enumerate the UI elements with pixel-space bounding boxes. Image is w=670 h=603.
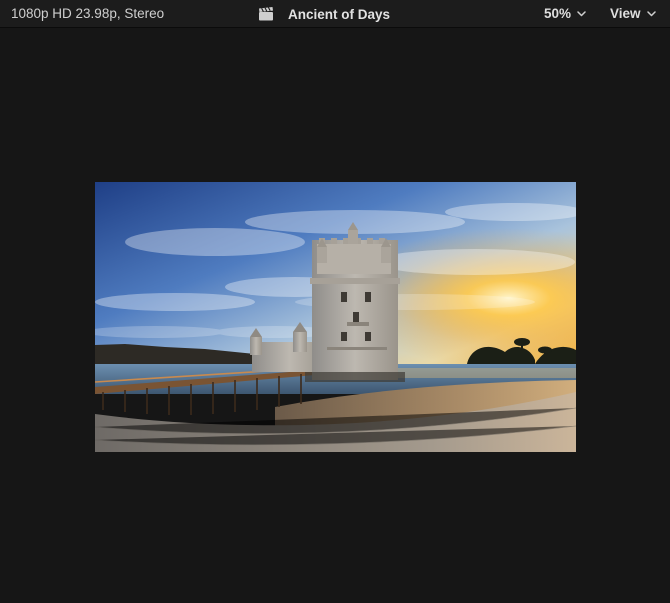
video-frame-image [95, 182, 576, 452]
format-info: 1080p HD 23.98p, Stereo [11, 6, 165, 21]
chevron-down-icon [646, 10, 656, 16]
viewer-canvas[interactable] [0, 29, 670, 603]
project-title: Ancient of Days [288, 6, 391, 22]
zoom-menu-button[interactable]: 50% [544, 6, 586, 21]
zoom-level: 50% [544, 6, 572, 21]
clapperboard-icon [259, 7, 273, 21]
chevron-down-icon [577, 10, 586, 16]
video-frame[interactable] [95, 182, 576, 452]
view-label: View [610, 6, 641, 21]
viewer-window: 1080p HD 23.98p, Stereo Ancient of Days … [0, 0, 670, 603]
view-menu-button[interactable]: View [610, 6, 656, 21]
title-area: Ancient of Days [258, 5, 390, 23]
viewer-toolbar: 1080p HD 23.98p, Stereo Ancient of Days … [0, 0, 670, 28]
